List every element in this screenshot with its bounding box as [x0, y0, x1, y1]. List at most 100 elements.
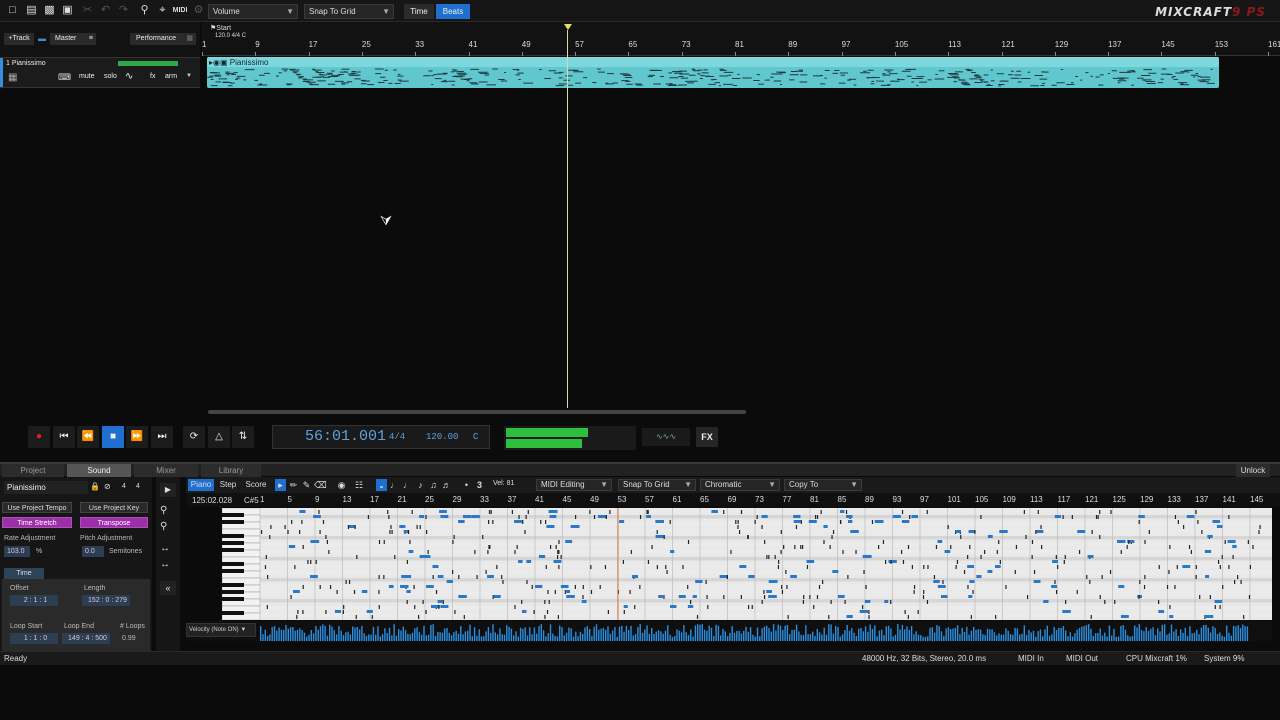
loop-button[interactable]: ⟳ — [183, 426, 205, 448]
clip-title-bar[interactable] — [207, 57, 1219, 67]
eighth-note-icon[interactable]: ♪ — [415, 479, 426, 491]
velocity-bars[interactable] — [260, 622, 1260, 641]
disable-icon[interactable]: ⊘ — [104, 482, 111, 491]
time-display[interactable]: 56:01.001 — [305, 428, 386, 445]
go-to-end-button[interactable]: ⏭ — [151, 426, 173, 448]
midi-editing-dropdown[interactable]: MIDI Editing ▼ — [536, 479, 612, 491]
loop-end-field[interactable]: 149 : 4 : 500 — [62, 633, 110, 644]
tempo-display[interactable]: 120.00 — [426, 432, 458, 442]
record-midi-icon[interactable]: ◉ — [336, 479, 347, 491]
piano-roll-grid[interactable] — [260, 508, 1272, 620]
zoom-fit-icon[interactable]: ⌖ — [155, 3, 170, 18]
tab-piano[interactable]: Piano — [188, 479, 214, 491]
mute-button[interactable]: mute — [79, 73, 95, 80]
midi-icon[interactable]: MIDI — [172, 3, 188, 18]
use-project-tempo-button[interactable]: Use Project Tempo — [2, 502, 72, 513]
playhead-line[interactable] — [567, 30, 568, 408]
undo-icon[interactable]: ↶ — [98, 3, 113, 18]
fit-horizontal-icon[interactable]: ↔ — [160, 543, 170, 554]
time-stretch-button[interactable]: Time Stretch — [2, 517, 72, 528]
brush-tool-icon[interactable]: ✎ — [301, 479, 312, 491]
unlock-button[interactable]: Unlock — [1236, 464, 1270, 477]
tempo-key-marker[interactable]: 120.0 4/4 C — [215, 33, 246, 39]
velocity-lane-dropdown[interactable]: Velocity (Note ON) ▼ — [186, 623, 256, 637]
time-signature-display[interactable]: 4/4 — [389, 432, 405, 442]
offset-field[interactable]: 2 : 1 : 1 — [10, 595, 58, 606]
solo-button[interactable]: solo — [104, 73, 117, 80]
track-name[interactable]: 1 Pianissimo — [6, 60, 46, 67]
chevron-down-icon[interactable]: ▼ — [186, 73, 192, 79]
play-clip-icon[interactable]: ▶ — [160, 483, 176, 497]
dotted-note-icon[interactable]: • — [461, 479, 472, 491]
playhead-marker[interactable] — [564, 24, 572, 30]
tab-mixer[interactable]: Mixer — [134, 464, 198, 477]
piano-roll-ruler[interactable]: 125:02.028 C#5 1 5 9 13 17 21 25 29 33 37 41 45 49 53… — [186, 493, 1280, 507]
start-marker[interactable]: ⚑Start — [210, 24, 231, 32]
tab-library[interactable]: Library — [201, 464, 261, 477]
performance-button[interactable]: Performance ▦ — [130, 33, 196, 45]
pencil-tool-icon[interactable]: ✏ — [288, 479, 299, 491]
automation-icon[interactable]: ∿ — [125, 71, 133, 82]
eraser-tool-icon[interactable]: ⌫ — [314, 479, 327, 491]
stop-button[interactable]: ■ — [102, 426, 124, 448]
zoom-out-icon[interactable]: ⚲ — [160, 521, 167, 532]
sixteenth-note-icon[interactable]: ♫ — [428, 479, 439, 491]
horizontal-scrollbar[interactable] — [208, 410, 746, 414]
tab-step[interactable]: Step — [216, 479, 240, 491]
length-field[interactable]: 152 : 0 : 279 — [82, 595, 130, 606]
quarter-note-icon[interactable]: ♩ — [402, 479, 413, 491]
zoom-icon[interactable]: ⚲ — [137, 3, 152, 18]
arm-button[interactable]: arm — [165, 73, 177, 80]
rewind-button[interactable]: ⏪ — [77, 426, 99, 448]
add-track-button[interactable]: +Track — [4, 33, 34, 45]
midi-clip[interactable]: ▸◉▣ Pianissimo — [207, 57, 1219, 88]
triplet-icon[interactable]: 3 — [474, 479, 485, 491]
automation-dropdown[interactable]: Volume ▼ — [208, 4, 298, 19]
fx-button[interactable]: fx — [150, 73, 155, 80]
keyboard-icon[interactable]: ⌨ — [58, 72, 71, 84]
master-fx-button[interactable]: FX — [696, 427, 718, 447]
record-button[interactable]: ● — [28, 426, 50, 448]
use-project-key-button[interactable]: Use Project Key — [80, 502, 148, 513]
beats-mode-button[interactable]: Beats — [436, 4, 470, 19]
meter-numerator[interactable]: 4 — [122, 483, 126, 490]
meter-denominator[interactable]: 4 — [136, 483, 140, 490]
loop-start-field[interactable]: 1 : 1 : 0 — [10, 633, 58, 644]
collapse-icon[interactable]: « — [160, 581, 176, 595]
fit-vertical-icon[interactable]: ↔ — [160, 559, 170, 570]
key-display[interactable]: C — [473, 432, 478, 442]
pitch-adjustment-field[interactable]: 0.0 — [82, 546, 104, 557]
quantize-icon[interactable]: ☷ — [350, 479, 368, 491]
new-file-icon[interactable]: □ — [5, 3, 20, 18]
clip-menu-icon[interactable]: ▸◉▣ — [209, 58, 228, 67]
track-row[interactable]: 1 Pianissimo ▦ ⌨ mute solo ∿ fx arm ▼ — [0, 57, 200, 88]
clip-name-field[interactable]: Pianissimo — [4, 481, 88, 494]
go-to-start-button[interactable]: ⏮ — [53, 426, 75, 448]
tab-time[interactable]: Time — [4, 568, 44, 579]
copy-to-dropdown[interactable]: Copy To ▼ — [784, 479, 862, 491]
redo-icon[interactable]: ↷ — [116, 3, 131, 18]
tab-score[interactable]: Score — [243, 479, 269, 491]
half-note-icon[interactable]: ♩ — [389, 479, 400, 491]
settings-gear-icon[interactable]: ⚙ — [191, 3, 206, 18]
tab-project[interactable]: Project — [2, 464, 64, 477]
scale-dropdown[interactable]: Chromatic ▼ — [700, 479, 780, 491]
loops-value[interactable]: 0.99 — [122, 635, 136, 642]
snap-dropdown[interactable]: Snap To Grid ▼ — [304, 4, 394, 19]
piano-snap-dropdown[interactable]: Snap To Grid ▼ — [618, 479, 696, 491]
piano-instrument-icon[interactable]: ▦ — [8, 72, 22, 84]
fast-forward-button[interactable]: ⏩ — [126, 426, 148, 448]
rate-adjustment-field[interactable]: 103.0 — [4, 546, 30, 557]
timeline-ruler[interactable]: ⚑Start 120.0 4/4 C 1 9 17 25 33 41 49 57 65 73 81 8… — [202, 22, 1280, 56]
open-folder-icon[interactable]: ▤ — [24, 3, 39, 18]
master-button[interactable]: Master ≡ — [50, 33, 96, 45]
mixer-settings-icon[interactable]: ⇅ — [232, 426, 254, 448]
thirty-second-note-icon[interactable]: ♬ — [441, 479, 452, 491]
save-icon[interactable]: ▣ — [60, 3, 75, 18]
open-project-icon[interactable]: ▩ — [42, 3, 57, 18]
tab-sound[interactable]: Sound — [67, 464, 131, 477]
lock-icon[interactable]: 🔒 — [90, 482, 100, 491]
pointer-tool-icon[interactable]: ▸ — [275, 479, 286, 491]
velocity-field[interactable]: Vel: 81 — [493, 480, 514, 487]
piano-keyboard[interactable] — [221, 507, 261, 621]
